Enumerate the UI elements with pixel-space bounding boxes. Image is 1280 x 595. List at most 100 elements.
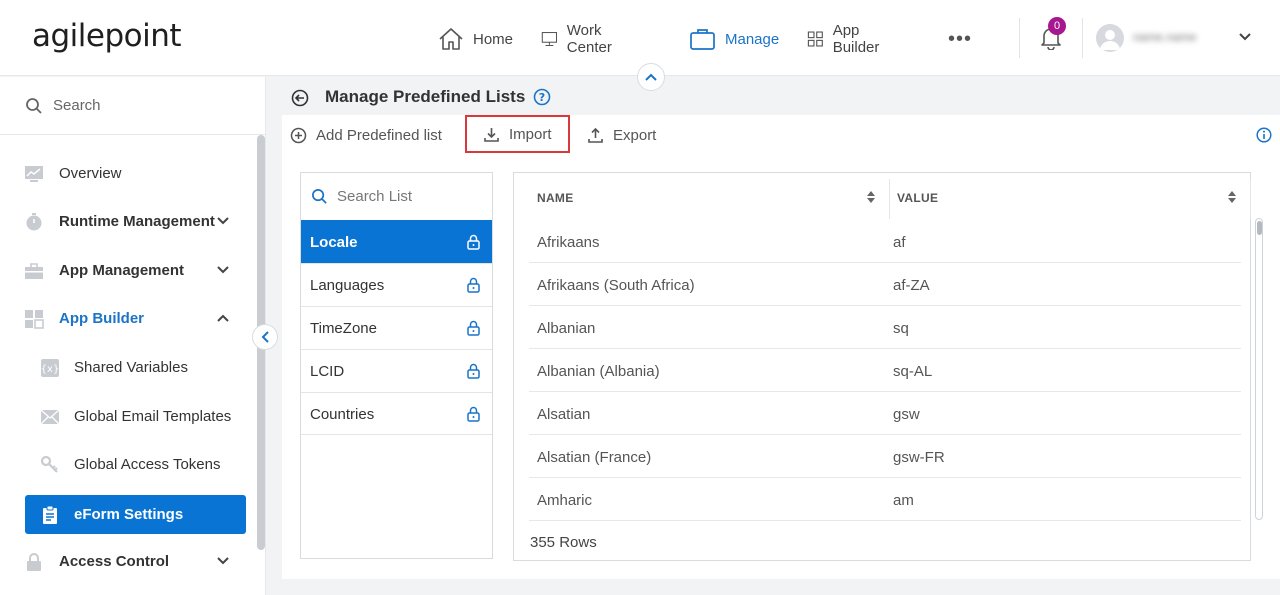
list-item-label: Locale: [310, 234, 358, 251]
nav-work-center-label: Work Center: [566, 22, 612, 56]
sidebar-item-eform-settings[interactable]: eForm Settings: [25, 495, 246, 534]
sidebar-item-shared-variables[interactable]: {x} Shared Variables: [0, 348, 250, 388]
sidebar-item-label: Overview: [59, 165, 122, 182]
nav-app-builder-label: App Builder: [832, 22, 880, 56]
sidebar-item-app-management[interactable]: App Management: [0, 251, 250, 291]
upload-icon: [588, 127, 603, 143]
list-item-timezone[interactable]: TimeZone: [301, 306, 492, 349]
import-button[interactable]: Import: [465, 115, 570, 153]
sidebar-item-runtime-management[interactable]: Runtime Management: [0, 202, 250, 242]
sidebar-search[interactable]: Search: [0, 77, 266, 135]
row-count: 355 Rows: [530, 534, 597, 551]
back-arrow-icon[interactable]: [291, 89, 309, 107]
sidebar-item-label: App Management: [59, 262, 185, 279]
list-item-lcid[interactable]: LCID: [301, 349, 492, 392]
nav-home[interactable]: Home: [438, 22, 513, 56]
cell-name: Albanian (Albania): [537, 363, 660, 380]
cell-value: am: [893, 492, 914, 509]
table-row[interactable]: Alsatian gsw: [529, 392, 1241, 435]
list-item-label: TimeZone: [310, 320, 377, 337]
table-row[interactable]: Amharic am: [529, 478, 1241, 521]
predefined-list-panel: Locale Languages TimeZone LCID Countries: [300, 172, 493, 559]
cell-value: gsw-FR: [893, 449, 945, 466]
envelope-icon: [40, 409, 60, 425]
chevron-up-icon: [217, 314, 229, 322]
sidebar-search-label: Search: [53, 97, 101, 114]
variable-icon: {x}: [41, 359, 60, 377]
briefcase-icon: [690, 29, 715, 50]
cell-name: Afrikaans: [537, 234, 600, 251]
agilepoint-logo[interactable]: agilepoint: [32, 18, 182, 54]
more-menu-icon[interactable]: •••: [948, 29, 972, 49]
sidebar-item-access-control[interactable]: Access Control: [0, 542, 250, 582]
export-button[interactable]: Export: [587, 115, 656, 155]
table-row[interactable]: Albanian (Albania) sq-AL: [529, 349, 1241, 392]
search-list-input[interactable]: [337, 185, 487, 207]
sort-icon[interactable]: [867, 191, 875, 203]
chevron-down-icon[interactable]: [1238, 32, 1252, 42]
user-icon: [1100, 30, 1120, 50]
header-divider: [1019, 18, 1020, 58]
nav-manage-label: Manage: [725, 30, 780, 48]
sort-icon[interactable]: [1228, 191, 1236, 203]
cell-value: sq-AL: [893, 363, 933, 380]
import-label: Import: [509, 125, 552, 143]
list-item-locale[interactable]: Locale: [301, 220, 492, 263]
header-divider: [1082, 18, 1083, 58]
svg-text:?: ?: [539, 91, 545, 104]
app-header: agilepoint Home Work Center Manage App B…: [0, 0, 1280, 76]
grid-scrollbar[interactable]: [1255, 218, 1263, 520]
sidebar-item-label: Global Access Tokens: [74, 456, 221, 473]
lock-icon: [467, 234, 480, 250]
sidebar-item-global-email-templates[interactable]: Global Email Templates: [0, 397, 250, 437]
toolbar: Add Predefined list Import Export: [282, 115, 1280, 155]
chevron-down-icon: [217, 217, 229, 225]
list-item-label: Countries: [310, 406, 375, 423]
home-icon: [439, 28, 463, 50]
nav-work-center[interactable]: Work Center: [541, 22, 621, 56]
help-icon[interactable]: ?: [533, 88, 551, 106]
clipboard-icon: [43, 505, 57, 524]
cell-value: af-ZA: [893, 277, 930, 294]
table-row[interactable]: Afrikaans (South Africa) af-ZA: [529, 263, 1241, 306]
sidebar-item-label: App Builder: [59, 310, 144, 327]
add-predefined-list-button[interactable]: Add Predefined list: [290, 115, 442, 155]
cell-name: Alsatian: [537, 406, 591, 423]
column-header-name[interactable]: NAME: [537, 191, 574, 205]
sidebar-item-global-access-tokens[interactable]: Global Access Tokens: [0, 445, 250, 485]
cell-name: Alsatian (France): [537, 449, 652, 466]
table-row[interactable]: Alsatian (France) gsw-FR: [529, 435, 1241, 478]
column-header-value[interactable]: VALUE: [897, 191, 938, 205]
sidebar-item-label: Global Email Templates: [74, 408, 232, 425]
sidebar-item-overview[interactable]: Overview: [0, 154, 250, 194]
nav-app-builder[interactable]: App Builder: [807, 22, 887, 56]
cell-name: Afrikaans (South Africa): [537, 277, 695, 294]
search-icon: [312, 189, 327, 204]
grid-header: NAME VALUE: [514, 173, 1251, 220]
lock-icon: [27, 553, 41, 571]
main-content: Manage Predefined Lists ? Add Predefined…: [282, 77, 1280, 579]
cell-name: Amharic: [537, 492, 593, 509]
sidebar-item-app-builder[interactable]: App Builder: [0, 299, 250, 339]
list-item-languages[interactable]: Languages: [301, 263, 492, 306]
list-item-countries[interactable]: Countries: [301, 392, 492, 435]
nav-home-label: Home: [473, 30, 514, 48]
cell-value: gsw: [893, 406, 920, 423]
content-panel: Locale Languages TimeZone LCID Countries: [282, 155, 1280, 579]
search-icon: [26, 98, 42, 114]
cell-value: af: [893, 234, 906, 251]
grid-scrollbar-thumb[interactable]: [1257, 221, 1262, 235]
nav-manage[interactable]: Manage: [689, 22, 779, 56]
lock-icon: [467, 363, 480, 379]
info-icon[interactable]: [1256, 127, 1272, 143]
chevron-down-icon: [217, 557, 229, 565]
collapse-sidebar-button[interactable]: [252, 324, 278, 350]
table-row[interactable]: Afrikaans af: [529, 220, 1241, 263]
table-row[interactable]: Albanian sq: [529, 306, 1241, 349]
column-divider: [889, 179, 890, 219]
download-icon: [484, 127, 499, 142]
monitor-icon: [541, 32, 558, 46]
add-predefined-list-label: Add Predefined list: [316, 126, 442, 144]
svg-text:{x}: {x}: [41, 364, 60, 375]
avatar[interactable]: [1096, 24, 1124, 52]
